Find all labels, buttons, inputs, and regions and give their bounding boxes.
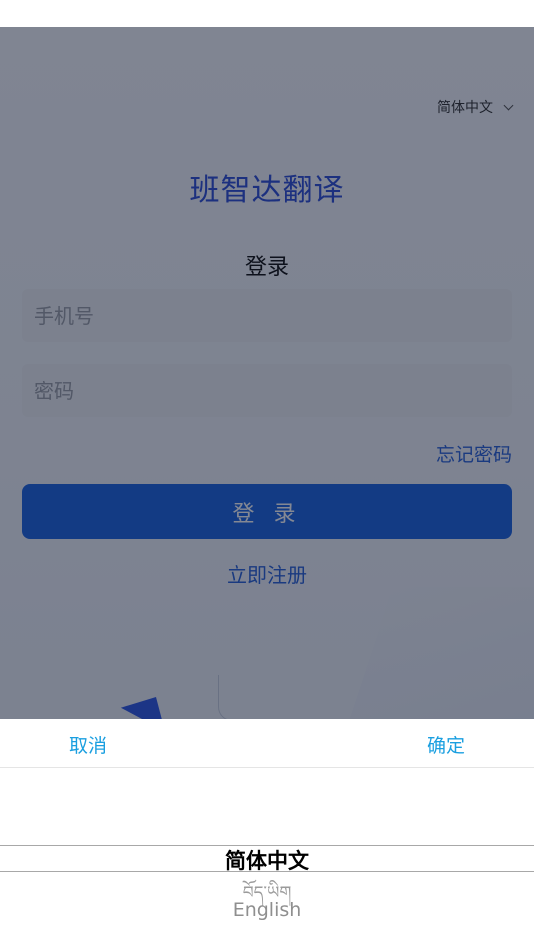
modal-overlay[interactable] [0,27,534,719]
language-picker: 取消 确定 简体中文 བོད་ཡིག English [0,719,534,950]
status-bar [0,0,534,27]
picker-toolbar: 取消 确定 [0,719,534,768]
cancel-button[interactable]: 取消 [69,731,107,758]
picker-option[interactable]: English [0,899,534,921]
picker-option-selected[interactable]: 简体中文 [0,845,534,875]
confirm-button[interactable]: 确定 [427,731,465,758]
